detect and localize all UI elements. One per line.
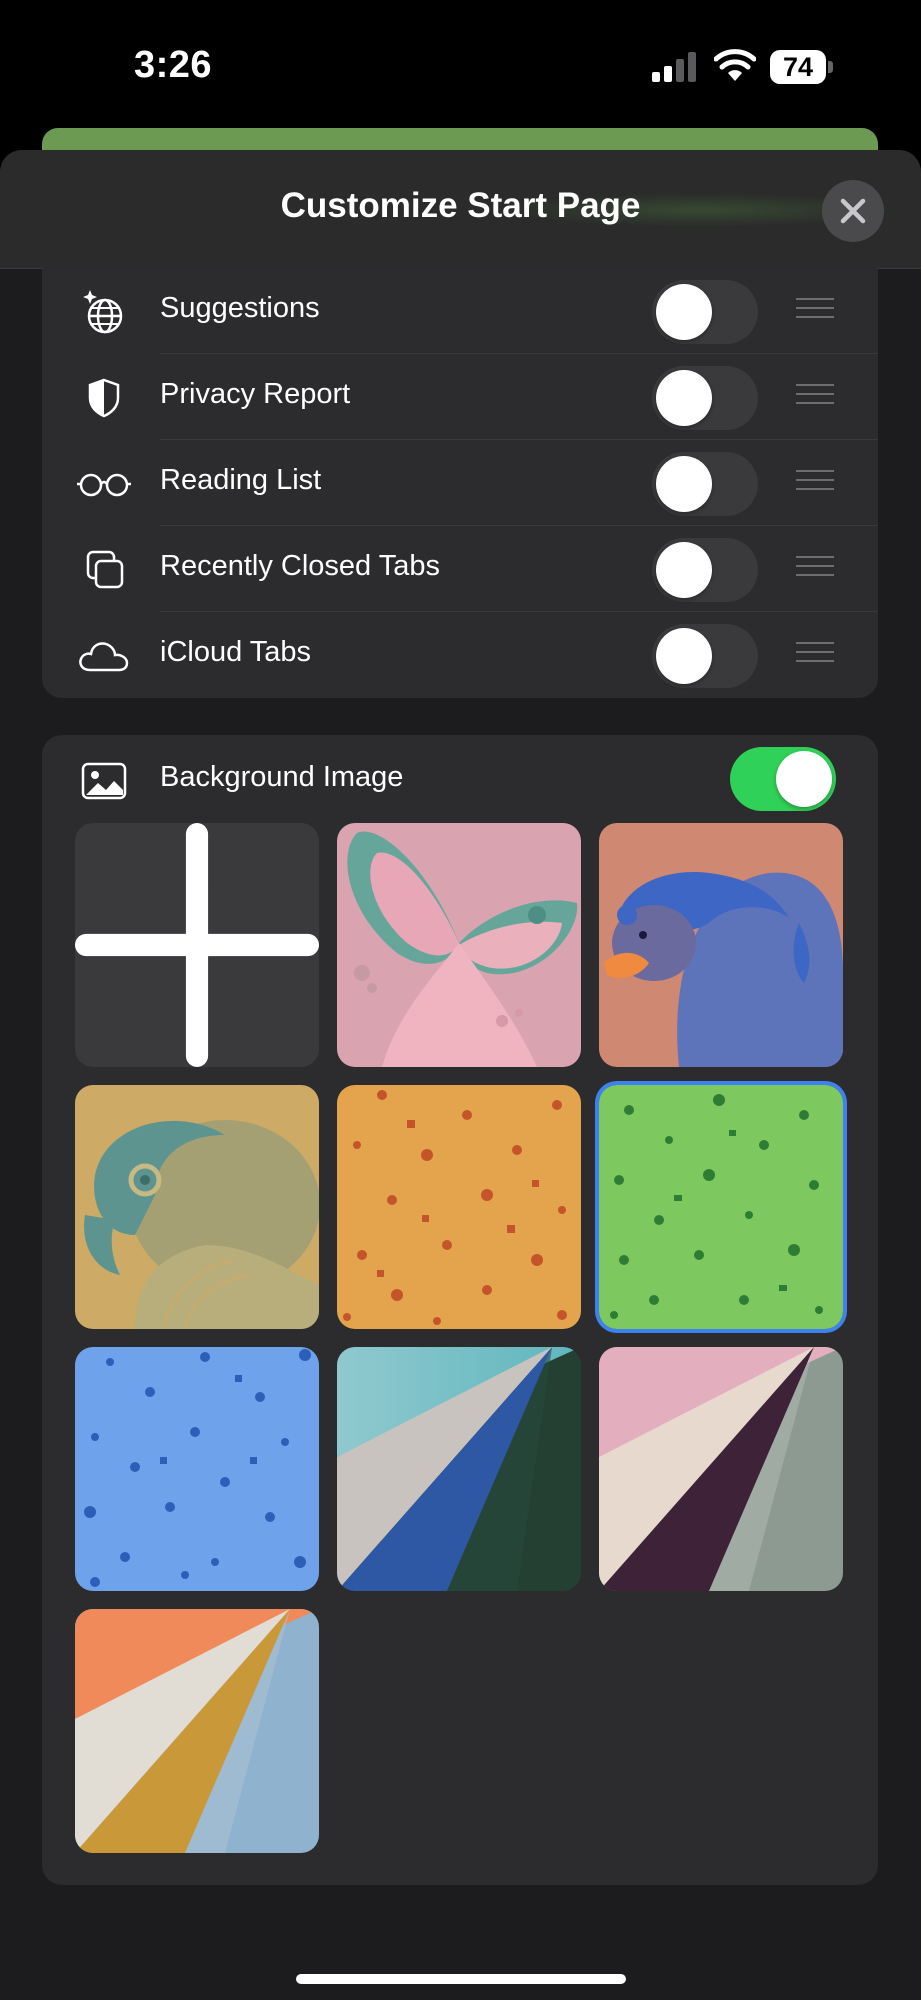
blue-pattern-wallpaper [75, 1347, 319, 1591]
background-tile-pink-fold[interactable] [599, 1347, 843, 1591]
reading-list-toggle[interactable] [652, 452, 758, 516]
sections-list: Suggestions Privacy Report Reading List … [42, 268, 878, 698]
background-tile-orange-fold[interactable] [75, 1609, 319, 1853]
shield-icon [88, 378, 120, 418]
section-row-icloud-tabs: iCloud Tabs [42, 612, 878, 698]
background-image-row: Background Image [42, 735, 878, 823]
drag-handle-icon[interactable] [796, 642, 834, 668]
photo-icon [81, 762, 127, 800]
pink-fold-wallpaper [599, 1347, 843, 1591]
stacked-squares-icon [86, 550, 124, 589]
butterfly-wallpaper [337, 823, 581, 1067]
drag-handle-icon[interactable] [796, 556, 834, 582]
orange-pattern-wallpaper [337, 1085, 581, 1329]
background-tile-orange-pattern[interactable] [337, 1085, 581, 1329]
status-bar: 3:26 74 [0, 0, 921, 130]
green-pattern-wallpaper [599, 1085, 843, 1329]
background-tile-bear[interactable] [599, 823, 843, 1067]
background-image-toggle[interactable] [730, 747, 836, 811]
background-tile-teal-fold[interactable] [337, 1347, 581, 1591]
section-label: Reading List [160, 464, 322, 496]
recently-closed-tabs-toggle[interactable] [652, 538, 758, 602]
battery-icon: 74 [770, 50, 834, 84]
customize-sheet: Customize Start Page Suggestions Privacy… [0, 150, 921, 2000]
background-tile-blue-pattern[interactable] [75, 1347, 319, 1591]
teal-fold-wallpaper [337, 1347, 581, 1591]
sheet-header: Customize Start Page [0, 150, 921, 269]
section-row-recently-closed-tabs: Recently Closed Tabs [42, 526, 878, 612]
section-label: Privacy Report [160, 378, 351, 410]
battery-level: 74 [770, 50, 826, 84]
cloud-icon [79, 642, 129, 672]
wifi-icon [714, 49, 756, 81]
drag-handle-icon[interactable] [796, 470, 834, 496]
section-label: Recently Closed Tabs [160, 550, 440, 582]
plus-icon [75, 823, 319, 1067]
sheet-title: Customize Start Page [280, 186, 641, 225]
privacy-report-toggle[interactable] [652, 366, 758, 430]
glasses-icon [77, 473, 131, 497]
orange-fold-wallpaper [75, 1609, 319, 1853]
drag-handle-icon[interactable] [796, 298, 834, 324]
status-time: 3:26 [134, 44, 213, 86]
bear-wallpaper [599, 823, 843, 1067]
parrot-wallpaper [75, 1085, 319, 1329]
section-row-suggestions: Suggestions [42, 268, 878, 354]
section-label: Suggestions [160, 292, 320, 324]
background-tile-butterfly[interactable] [337, 823, 581, 1067]
home-indicator[interactable] [296, 1974, 626, 1984]
icloud-tabs-toggle[interactable] [652, 624, 758, 688]
background-tile-green-pattern[interactable] [599, 1085, 843, 1329]
background-image-card: Background Image [42, 735, 878, 1885]
background-image-label: Background Image [160, 761, 404, 793]
close-button[interactable] [822, 180, 884, 242]
section-row-reading-list: Reading List [42, 440, 878, 526]
drag-handle-icon[interactable] [796, 384, 834, 410]
sparkle-globe-icon [83, 290, 123, 334]
cellular-signal-icon [652, 52, 696, 82]
background-tile-parrot[interactable] [75, 1085, 319, 1329]
close-icon [840, 198, 866, 224]
suggestions-toggle[interactable] [652, 280, 758, 344]
section-label: iCloud Tabs [160, 636, 312, 668]
add-background-button[interactable] [75, 823, 319, 1067]
section-row-privacy-report: Privacy Report [42, 354, 878, 440]
